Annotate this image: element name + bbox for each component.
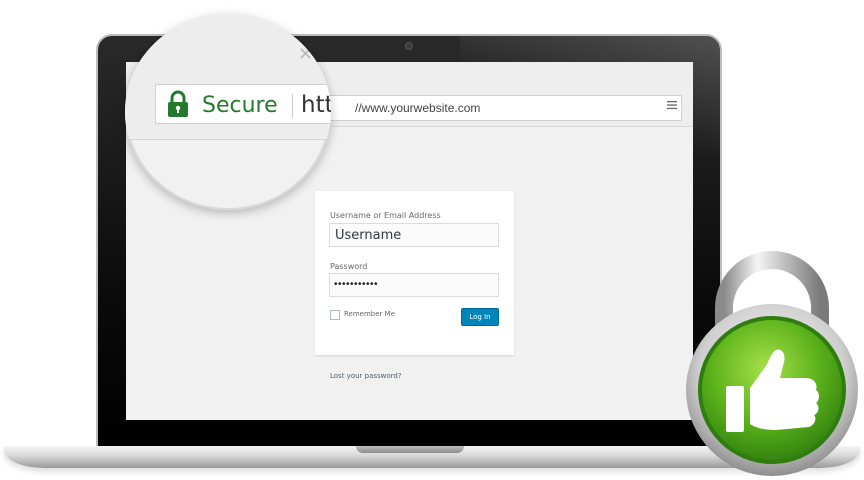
- username-label: Username or Email Address: [330, 211, 441, 220]
- magnifier-lens: ✕ Secure htt: [125, 14, 331, 210]
- magnified-divider: [292, 94, 293, 118]
- laptop-notch: [356, 446, 464, 453]
- password-label: Password: [330, 262, 368, 271]
- lost-password-link[interactable]: Lost your password?: [330, 372, 402, 380]
- magnified-url-start: htt: [301, 92, 331, 118]
- login-form: Username or Email Address Username Passw…: [315, 191, 514, 355]
- hamburger-menu-icon[interactable]: [666, 99, 680, 113]
- username-input[interactable]: Username: [329, 223, 499, 247]
- thumbs-up-padlock-icon: [684, 238, 860, 480]
- close-icon: ✕: [298, 44, 314, 65]
- secure-label: Secure: [202, 93, 278, 118]
- log-in-button[interactable]: Log In: [461, 308, 499, 326]
- remember-me-checkbox[interactable]: [330, 310, 340, 320]
- password-value: •••••••••••: [334, 279, 379, 290]
- username-value: Username: [335, 228, 402, 243]
- laptop-camera: [406, 43, 412, 49]
- hero-illustration: //www.yourwebsite.com Username or Email …: [0, 0, 864, 480]
- lock-icon: [167, 90, 189, 118]
- url-text: //www.yourwebsite.com: [355, 101, 481, 115]
- password-input[interactable]: •••••••••••: [329, 273, 499, 297]
- remember-me-label: Remember Me: [344, 310, 395, 318]
